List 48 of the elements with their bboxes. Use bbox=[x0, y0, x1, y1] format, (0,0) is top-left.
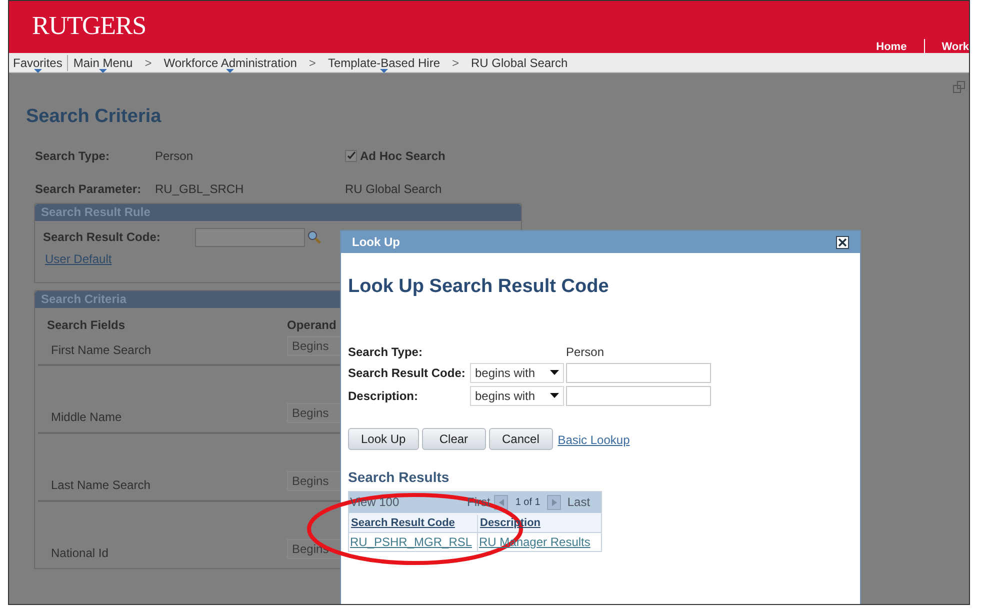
breadcrumb-link[interactable]: RU Global Search bbox=[471, 54, 568, 72]
dialog-button[interactable]: Cancel bbox=[488, 428, 553, 450]
new-window-icon[interactable] bbox=[953, 81, 965, 93]
column-heading: Operand bbox=[287, 316, 338, 334]
field-value: Person bbox=[155, 148, 194, 164]
search-icon[interactable] bbox=[307, 230, 321, 244]
field-value: RU Global Search bbox=[345, 180, 442, 198]
search-field-label: Middle Name bbox=[51, 408, 123, 426]
operator-dropdown[interactable]: begins with bbox=[470, 386, 564, 406]
breadcrumb-separator: > bbox=[308, 54, 316, 72]
field-label: Search Parameter: bbox=[35, 180, 142, 198]
close-icon[interactable] bbox=[836, 236, 849, 248]
breadcrumb-separator: > bbox=[144, 54, 152, 72]
column-header-link[interactable]: Search Result Code bbox=[349, 515, 478, 532]
breadcrumb-link[interactable]: Main Menu bbox=[73, 54, 133, 72]
breadcrumb-link[interactable]: Workforce Administration bbox=[164, 54, 297, 72]
checkbox-label: Ad Hoc Search bbox=[360, 148, 446, 164]
field-value: Person bbox=[566, 344, 604, 360]
dialog-button[interactable]: Look Up bbox=[348, 428, 419, 450]
header-link[interactable]: Home bbox=[859, 39, 924, 56]
logo: RUTGERS bbox=[32, 13, 146, 39]
search-field-label: National Id bbox=[51, 544, 110, 562]
field-label: Search Type: bbox=[35, 148, 110, 164]
dialog-title: Look Up bbox=[352, 234, 400, 251]
next-icon[interactable] bbox=[547, 494, 562, 510]
search-field-label: Last Name Search bbox=[51, 476, 152, 494]
dialog-button[interactable]: Clear bbox=[422, 428, 486, 450]
field-label: Description: bbox=[348, 388, 420, 404]
search-result-code-field[interactable] bbox=[195, 228, 305, 246]
search-field-label: First Name Search bbox=[51, 342, 152, 358]
checkmark-icon bbox=[346, 151, 356, 160]
page-title: Search Criteria bbox=[26, 105, 162, 129]
text-input[interactable] bbox=[566, 362, 711, 382]
text-input[interactable] bbox=[566, 386, 711, 406]
breadcrumb-link[interactable]: Favorites bbox=[13, 54, 62, 72]
column-heading: Search Fields bbox=[47, 316, 126, 334]
caret-icon bbox=[550, 370, 559, 375]
page-count: 1 of 1 bbox=[515, 496, 540, 510]
breadcrumb-separator: > bbox=[452, 54, 460, 72]
field-label: Search Result Code: bbox=[43, 229, 162, 246]
result-link[interactable]: RU_PSHR_MGR_RSL bbox=[349, 532, 478, 550]
operator-dropdown[interactable]: begins with bbox=[470, 362, 564, 382]
field-label: Search Result Code: bbox=[348, 364, 466, 382]
checkbox[interactable] bbox=[345, 150, 357, 162]
field-value: RU_GBL_SRCH bbox=[155, 180, 245, 198]
breadcrumb-link[interactable]: Template-Based Hire bbox=[328, 54, 440, 72]
basic-lookup-link[interactable]: Basic Lookup bbox=[558, 431, 630, 449]
caret-icon bbox=[550, 393, 559, 398]
